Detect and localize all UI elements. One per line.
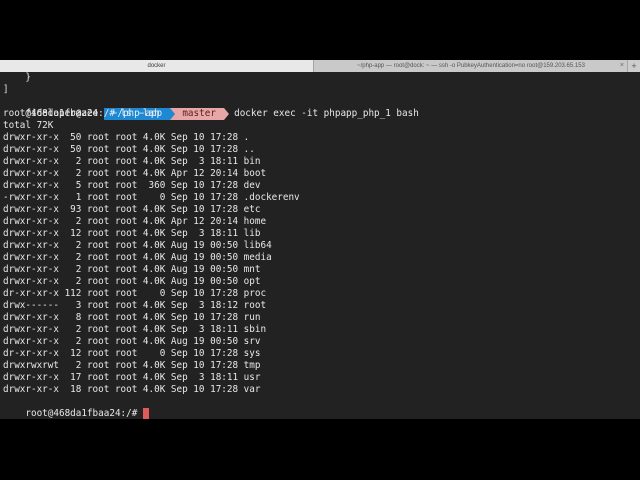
- listing-row: drwxr-xr-x 2 root root 4.0K Aug 19 00:50…: [3, 276, 261, 287]
- tab-label: ~/php-app — root@dock: ~ — ssh -o Pubkey…: [357, 63, 585, 69]
- listing-row: drwxr-xr-x 12 root root 4.0K Sep 3 18:11…: [3, 228, 261, 239]
- tab-docker[interactable]: docker: [0, 60, 314, 72]
- listing-row: drwxr-xr-x 2 root root 4.0K Aug 19 00:50…: [3, 252, 272, 263]
- listing-row: drwxr-xr-x 2 root root 4.0K Aug 19 00:50…: [3, 336, 261, 347]
- letterbox-bottom: [0, 419, 640, 480]
- listing-row: drwxr-xr-x 8 root root 4.0K Sep 10 17:28…: [3, 312, 261, 323]
- output-line: }: [3, 72, 31, 83]
- prompt-line: fideloper@zee ~/php-app master docker ex…: [3, 96, 419, 120]
- tab-ssh[interactable]: ~/php-app — root@dock: ~ — ssh -o Pubkey…: [314, 60, 628, 72]
- total-line: total 72K: [3, 120, 54, 131]
- final-prompt-line[interactable]: root@468da1fbaa24:/#: [3, 396, 149, 419]
- letterbox-top: [0, 0, 640, 60]
- listing-row: drwxr-xr-x 5 root root 360 Sep 10 17:28 …: [3, 180, 261, 191]
- listing-row: drwxr-xr-x 2 root root 4.0K Sep 3 18:11 …: [3, 156, 261, 167]
- listing-row: dr-xr-xr-x 112 root root 0 Sep 10 17:28 …: [3, 288, 267, 299]
- listing-row: drwxr-xr-x 2 root root 4.0K Apr 12 20:14…: [3, 216, 267, 227]
- listing-row: drwxr-xr-x 2 root root 4.0K Aug 19 00:50…: [3, 240, 272, 251]
- prompt-command: docker exec -it phpapp_php_1 bash: [228, 108, 419, 119]
- listing-row: drwx------ 3 root root 4.0K Sep 3 18:12 …: [3, 300, 267, 311]
- listing-row: drwxr-xr-x 17 root root 4.0K Sep 3 18:11…: [3, 372, 261, 383]
- listing-row: drwxr-xr-x 93 root root 4.0K Sep 10 17:2…: [3, 204, 261, 215]
- new-tab-button[interactable]: +: [627, 60, 640, 72]
- tab-label: docker: [147, 63, 166, 69]
- listing-row: drwxrwxrwt 2 root root 4.0K Sep 10 17:28…: [3, 360, 261, 371]
- final-prompt: root@468da1fbaa24:/#: [25, 408, 143, 419]
- listing-row: drwxr-xr-x 18 root root 4.0K Sep 10 17:2…: [3, 384, 261, 395]
- listing-row: drwxr-xr-x 2 root root 4.0K Sep 3 18:11 …: [3, 324, 267, 335]
- listing-row: drwxr-xr-x 50 root root 4.0K Sep 10 17:2…: [3, 132, 250, 143]
- listing-row: -rwxr-xr-x 1 root root 0 Sep 10 17:28 .d…: [3, 192, 300, 203]
- listing-row: drwxr-xr-x 2 root root 4.0K Apr 12 20:14…: [3, 168, 267, 179]
- cursor-icon: [142, 408, 149, 419]
- terminal-window[interactable]: } ] fideloper@zee ~/php-app master docke…: [0, 72, 640, 419]
- listing-row: drwxr-xr-x 50 root root 4.0K Sep 10 17:2…: [3, 144, 255, 155]
- listing-row: drwxr-xr-x 2 root root 4.0K Aug 19 00:50…: [3, 264, 261, 275]
- command-line: root@468da1fbaa24:/# ls -lah: [3, 108, 160, 119]
- output-line: ]: [3, 84, 9, 95]
- listing-row: dr-xr-xr-x 12 root root 0 Sep 10 17:28 s…: [3, 348, 261, 359]
- close-icon[interactable]: ×: [620, 60, 624, 72]
- prompt-git-segment: master: [174, 108, 224, 120]
